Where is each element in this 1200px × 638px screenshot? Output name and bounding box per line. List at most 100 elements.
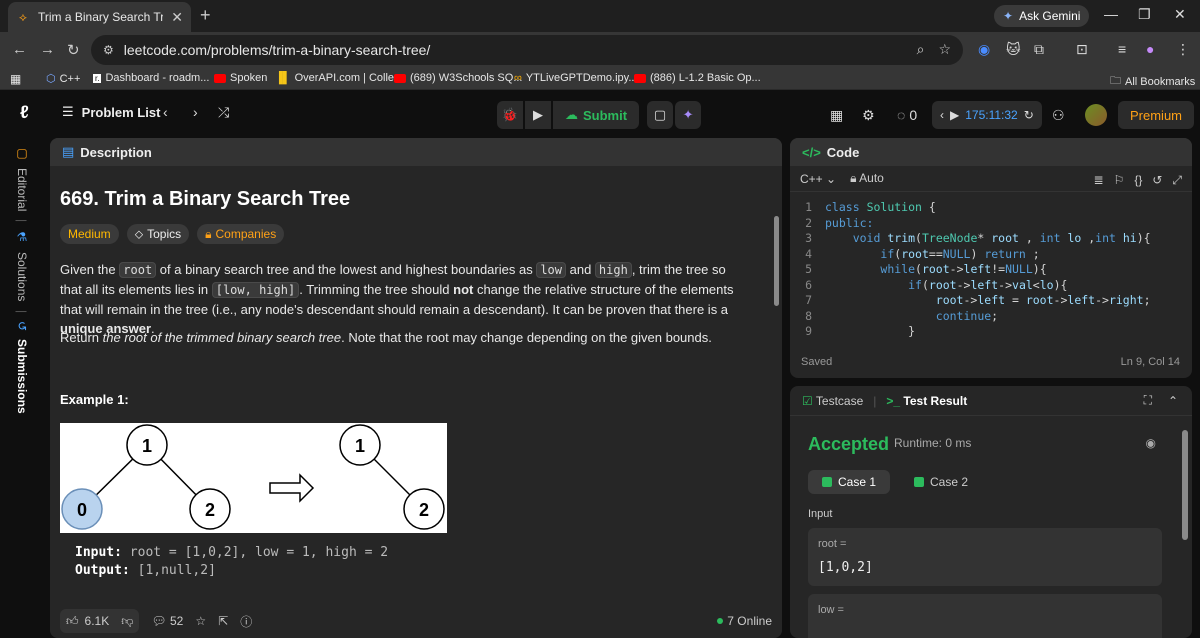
site-info-icon[interactable]: ⚙ bbox=[103, 43, 114, 57]
bookmark-icon[interactable]: ⚐ bbox=[1114, 173, 1125, 188]
expand-icon[interactable]: ⛶ bbox=[1144, 393, 1152, 408]
submit-button[interactable]: ☁ Submit bbox=[553, 101, 640, 129]
run-icon[interactable]: ▶ bbox=[525, 101, 551, 129]
problem-list-button[interactable]: ☰ Problem List bbox=[62, 104, 160, 120]
streak-counter[interactable]: ◌ 0 bbox=[897, 101, 917, 129]
favorite-star-icon[interactable]: ☆ bbox=[195, 614, 206, 628]
url-bar[interactable]: ⚙ leetcode.com/problems/trim-a-binary-se… bbox=[91, 35, 963, 65]
tab-testcase[interactable]: ☑ Testcase bbox=[802, 394, 863, 408]
comment-button[interactable]: 💬︎ 52 bbox=[151, 614, 183, 628]
bookmark-star-icon[interactable]: ☆ bbox=[938, 41, 951, 58]
apps-icon[interactable]: ▦ bbox=[10, 72, 21, 86]
ai-sparkle-icon[interactable]: ✦ bbox=[675, 101, 702, 129]
test-tabs: ☑ Testcase | >_ Test Result ⛶ ⌃ bbox=[790, 386, 1192, 416]
line-code: class Solution { bbox=[825, 200, 936, 214]
all-bookmarks[interactable]: 🗀 All Bookmarks bbox=[1110, 72, 1195, 91]
bookmark-overapi[interactable]: ▐▌ OverAPI.com | Colle... bbox=[275, 72, 403, 84]
thumbs-down-icon[interactable]: 👎︎ bbox=[121, 614, 133, 629]
code-line[interactable]: 4 if(root==NULL) return ; bbox=[790, 247, 1151, 263]
media-icon[interactable]: ≡ bbox=[1118, 41, 1126, 57]
tab-search-icon[interactable]: ⊡ bbox=[1076, 41, 1088, 58]
description-scrollbar[interactable] bbox=[772, 206, 780, 626]
share-icon[interactable]: ⇱ bbox=[218, 614, 228, 628]
leetcode-logo-icon[interactable]: ℓ bbox=[20, 102, 38, 124]
like-button[interactable]: 👍︎ 6.1K 👎︎ bbox=[60, 609, 140, 633]
zoom-icon[interactable]: ⌕ bbox=[917, 41, 925, 58]
timer[interactable]: ‹ ▶ 175:11:32 ↻ bbox=[932, 101, 1042, 129]
forward-icon[interactable]: → bbox=[40, 41, 55, 58]
companies-tag[interactable]: 🔒︎ Companies bbox=[197, 224, 285, 244]
code-line[interactable]: 6 if(root->left->val<lo){ bbox=[790, 278, 1151, 294]
bookmark-cpp[interactable]: ⬡ C++ bbox=[46, 72, 80, 86]
line-code: if(root->left->val<lo){ bbox=[908, 277, 1068, 292]
play-icon[interactable]: ▶ bbox=[950, 108, 959, 122]
close-window-icon[interactable]: ✕ bbox=[1174, 6, 1186, 23]
low-key: low = bbox=[818, 604, 844, 616]
comment-icon: 💬︎ bbox=[151, 614, 167, 628]
close-tab-icon[interactable]: ✕ bbox=[171, 9, 183, 26]
premium-button[interactable]: Premium bbox=[1118, 101, 1195, 129]
problem-title[interactable]: 669. Trim a Binary Search Tree bbox=[60, 188, 350, 211]
help-icon[interactable]: ⓘ bbox=[240, 613, 252, 630]
add-friend-icon[interactable]: ⚇ bbox=[1052, 101, 1065, 129]
language-select[interactable]: C++ ⌄ bbox=[800, 172, 836, 186]
description-tab-label: Description bbox=[80, 144, 152, 160]
format-icon[interactable]: ≣ bbox=[1093, 173, 1103, 188]
shuffle-icon[interactable]: ⤮ bbox=[218, 104, 229, 121]
thumbs-up-icon: 👍︎ bbox=[66, 613, 79, 628]
menu-icon[interactable]: ⋮ bbox=[1176, 41, 1190, 58]
timer-prev-icon[interactable]: ‹ bbox=[940, 108, 944, 122]
auto-mode[interactable]: 🔒︎ Auto bbox=[850, 171, 884, 186]
topics-tag[interactable]: ⬦ Topics bbox=[126, 224, 190, 244]
code-line[interactable]: 5 while(root->left!=NULL){ bbox=[790, 262, 1151, 278]
code-line[interactable]: 8 continue; bbox=[790, 309, 1151, 325]
minimize-icon[interactable]: — bbox=[1104, 6, 1118, 22]
tab-case-1[interactable]: Case 1 bbox=[808, 470, 891, 494]
next-problem-icon[interactable]: › bbox=[193, 104, 198, 120]
tab-case-2[interactable]: Case 2 bbox=[900, 470, 982, 494]
new-tab-icon[interactable]: + bbox=[200, 5, 211, 26]
ask-gemini-button[interactable]: ✦ Ask Gemini bbox=[994, 5, 1090, 27]
description-tab[interactable]: ▤ Description bbox=[50, 138, 782, 166]
streak-value: 0 bbox=[909, 107, 918, 123]
collapse-icon[interactable]: ⌃ bbox=[1168, 394, 1178, 408]
code-line[interactable]: 3 void trim(TreeNode* root , int lo ,int… bbox=[790, 231, 1151, 247]
reload-icon[interactable]: ↻ bbox=[67, 41, 80, 59]
back-icon[interactable]: ← bbox=[12, 41, 27, 58]
layout-icon[interactable]: ▦ bbox=[830, 101, 843, 129]
fullscreen-icon[interactable]: ⤢ bbox=[1172, 173, 1182, 188]
bookmark-spoken[interactable]: Spoken bbox=[214, 72, 267, 84]
sidebar-item-solutions[interactable]: Solutions bbox=[15, 252, 29, 301]
test-scrollbar[interactable] bbox=[1182, 430, 1188, 540]
eye-icon[interactable]: ◉ bbox=[1146, 436, 1156, 450]
extension-icon[interactable]: ◉ bbox=[978, 41, 990, 58]
line-code: public: bbox=[825, 215, 874, 230]
extensions-puzzle-icon[interactable]: ⧉ bbox=[1034, 41, 1044, 58]
code-line[interactable]: 7 root->left = root->left->right; bbox=[790, 293, 1151, 309]
sidebar-item-editorial[interactable]: Editorial bbox=[15, 168, 29, 211]
settings-gear-icon[interactable]: ⚙ bbox=[862, 101, 875, 129]
avatar[interactable] bbox=[1085, 104, 1107, 126]
extension-cat-icon[interactable]: 🐱 bbox=[1006, 41, 1021, 58]
bookmark-ytlive[interactable]: ∞ YTLiveGPTDemo.ipy... bbox=[514, 72, 638, 84]
bookmark-w3schools[interactable]: (689) W3Schools SQ... bbox=[394, 72, 523, 84]
bookmark-basic-op[interactable]: (886) L-1.2 Basic Op... bbox=[634, 72, 761, 84]
bookmark-dashboard[interactable]: r. Dashboard - roadm... bbox=[93, 72, 209, 84]
code-tab[interactable]: </> Code bbox=[790, 138, 1192, 166]
tab-test-result[interactable]: >_ Test Result bbox=[886, 394, 967, 408]
browser-tab[interactable]: ⟡ Trim a Binary Search Tree - Leet ✕ bbox=[8, 2, 191, 32]
sidebar-item-submissions[interactable]: Submissions bbox=[15, 339, 29, 414]
notes-icon[interactable]: ▢ bbox=[647, 101, 674, 129]
reset-code-icon[interactable]: ↺ bbox=[1152, 173, 1162, 188]
code-line[interactable]: 9 } bbox=[790, 324, 1151, 340]
cpp-icon: ⬡ bbox=[46, 73, 56, 85]
restore-icon[interactable]: ❐ bbox=[1138, 6, 1151, 23]
braces-icon[interactable]: {} bbox=[1134, 173, 1142, 188]
code-line[interactable]: 2 public: bbox=[790, 216, 1151, 232]
reset-icon[interactable]: ↻ bbox=[1024, 108, 1034, 122]
profile-icon[interactable]: ● bbox=[1146, 41, 1154, 57]
prev-problem-icon[interactable]: ‹ bbox=[163, 104, 168, 120]
debug-icon[interactable]: 🐞 bbox=[497, 101, 523, 129]
code-line[interactable]: 1 class Solution { bbox=[790, 200, 1151, 216]
code-editor[interactable]: 1 class Solution {2 public: 3 void trim(Tre… bbox=[790, 200, 1151, 340]
